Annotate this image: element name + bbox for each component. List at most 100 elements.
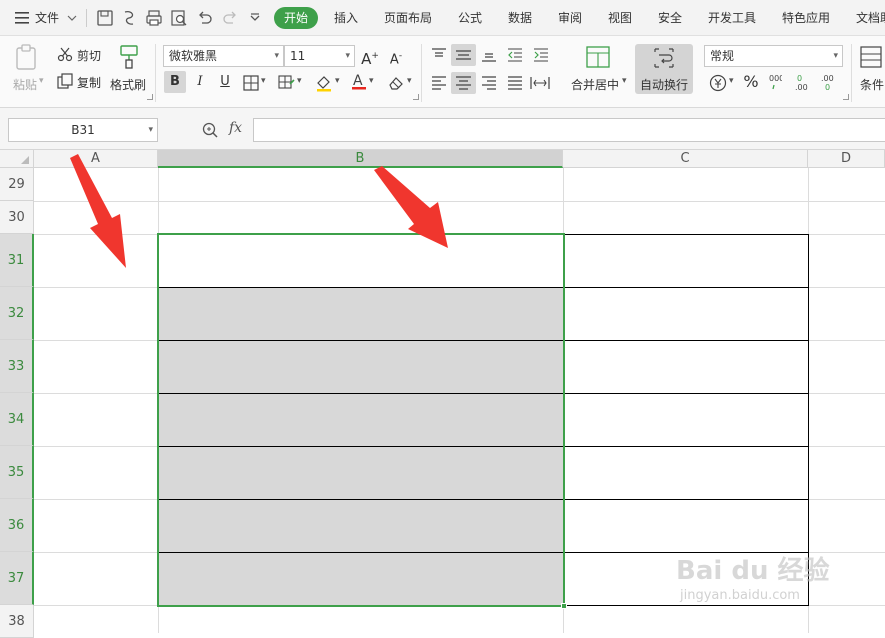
tab-page-layout[interactable]: 页面布局	[384, 9, 432, 26]
clear-format-icon[interactable]	[387, 75, 405, 91]
row-header-31[interactable]: 31	[0, 234, 34, 287]
align-left-icon[interactable]	[430, 74, 448, 92]
align-bottom-icon[interactable]	[480, 46, 498, 64]
row-header-35[interactable]: 35	[0, 446, 34, 499]
paste-button[interactable]: 粘贴	[13, 76, 37, 93]
fill-format-icon[interactable]	[278, 75, 296, 91]
conditional-format-button[interactable]: 条件	[860, 76, 884, 93]
distributed-align-icon[interactable]	[530, 74, 550, 92]
row-label: 29	[8, 177, 25, 192]
undo-icon[interactable]	[196, 9, 214, 27]
tab-developer[interactable]: 开发工具	[708, 9, 756, 26]
print-icon[interactable]	[145, 9, 163, 27]
zoom-function-icon[interactable]	[201, 121, 219, 139]
hamburger-icon[interactable]	[14, 11, 30, 25]
font-size-select[interactable]: 11 ▾	[284, 45, 355, 67]
baidu-watermark: Bai du 经验 jingyan.baidu.com	[676, 550, 846, 610]
name-box[interactable]: B31 ▾	[8, 118, 158, 142]
font-size-value: 11	[290, 49, 306, 63]
increase-font-icon[interactable]: A+	[359, 45, 381, 68]
tab-special-apps[interactable]: 特色应用	[782, 9, 830, 26]
dialog-launcher-icon[interactable]	[413, 94, 419, 100]
chevron-down-icon[interactable]	[67, 12, 77, 22]
align-top-icon[interactable]	[430, 46, 448, 64]
conditional-format-icon[interactable]	[860, 46, 882, 68]
thousands-separator-icon[interactable]: 000	[768, 72, 784, 92]
tab-insert[interactable]: 插入	[334, 9, 358, 26]
row-header-37[interactable]: 37	[0, 552, 34, 605]
increase-indent-icon[interactable]	[532, 46, 550, 64]
chevron-down-icon: ▾	[345, 51, 350, 61]
decrease-decimal-icon[interactable]: .00 0	[820, 72, 840, 92]
chevron-down-icon[interactable]: ▾	[729, 76, 734, 86]
bold-icon[interactable]: B	[164, 71, 186, 93]
percent-icon[interactable]: %	[740, 71, 762, 93]
merge-center-button[interactable]: 合并居中	[571, 76, 619, 93]
selection-range[interactable]	[157, 233, 565, 607]
tab-formulas[interactable]: 公式	[458, 9, 482, 26]
wrap-text-button[interactable]: 自动换行	[635, 44, 693, 94]
tab-doc-assistant[interactable]: 文档助	[856, 9, 885, 26]
redo-icon[interactable]	[221, 9, 239, 27]
svg-text:.00: .00	[795, 83, 808, 92]
tab-security[interactable]: 安全	[658, 9, 682, 26]
column-header-b[interactable]: B	[158, 150, 563, 168]
tab-review[interactable]: 审阅	[558, 9, 582, 26]
print-preview-icon[interactable]	[170, 9, 188, 27]
dialog-launcher-icon[interactable]	[147, 94, 153, 100]
watermark-url: jingyan.baidu.com	[680, 588, 800, 603]
chevron-down-icon[interactable]: ▾	[369, 76, 374, 86]
justify-icon[interactable]	[506, 74, 524, 92]
customize-dropdown-icon[interactable]	[246, 9, 264, 27]
align-right-icon[interactable]	[480, 74, 498, 92]
save-icon[interactable]	[96, 9, 114, 27]
row-header-33[interactable]: 33	[0, 340, 34, 393]
formula-input[interactable]	[253, 118, 885, 142]
copy-button[interactable]: 复制	[77, 74, 101, 91]
format-painter-icon[interactable]	[117, 44, 141, 70]
dialog-launcher-icon[interactable]	[843, 94, 849, 100]
select-all-corner[interactable]	[0, 150, 34, 168]
merge-center-icon[interactable]	[586, 46, 610, 68]
chevron-down-icon[interactable]: ▾	[261, 76, 266, 86]
decrease-indent-icon[interactable]	[506, 46, 524, 64]
paste-dropdown-icon[interactable]: ▾	[39, 76, 44, 86]
row-header-34[interactable]: 34	[0, 393, 34, 446]
align-center-icon[interactable]	[451, 72, 476, 94]
fill-color-icon[interactable]	[315, 74, 333, 92]
align-middle-icon[interactable]	[451, 44, 476, 66]
fill-handle[interactable]	[561, 603, 567, 609]
output-pdf-icon[interactable]	[121, 9, 139, 27]
row-header-30[interactable]: 30	[0, 201, 34, 234]
decrease-font-icon[interactable]: A-	[385, 45, 407, 67]
tab-start[interactable]: 开始	[274, 7, 318, 29]
row-header-36[interactable]: 36	[0, 499, 34, 552]
copy-icon[interactable]	[57, 73, 73, 89]
paste-icon[interactable]	[14, 44, 40, 72]
underline-icon[interactable]: U	[214, 71, 236, 93]
chevron-down-icon[interactable]: ▾	[335, 76, 340, 86]
row-header-32[interactable]: 32	[0, 287, 34, 340]
insert-function-icon[interactable]: fx	[229, 120, 242, 136]
chevron-down-icon[interactable]: ▾	[407, 76, 412, 86]
cut-button[interactable]: 剪切	[77, 47, 101, 64]
increase-decimal-icon[interactable]: 0.00	[794, 72, 814, 92]
font-color-icon[interactable]: A	[351, 72, 367, 92]
row-header-38[interactable]: 38	[0, 605, 34, 638]
svg-text:A: A	[353, 73, 363, 89]
font-name-select[interactable]: 微软雅黑 ▾	[163, 45, 284, 67]
tab-data[interactable]: 数据	[508, 9, 532, 26]
file-menu[interactable]: 文件	[35, 9, 59, 26]
column-header-d[interactable]: D	[808, 150, 885, 168]
currency-icon[interactable]	[709, 74, 727, 92]
italic-icon[interactable]: I	[189, 71, 211, 93]
chevron-down-icon[interactable]: ▾	[297, 76, 302, 86]
tab-view[interactable]: 视图	[608, 9, 632, 26]
chevron-down-icon[interactable]: ▾	[622, 76, 627, 86]
scissors-icon[interactable]	[57, 46, 73, 62]
number-format-select[interactable]: 常规 ▾	[704, 45, 843, 67]
row-header-29[interactable]: 29	[0, 168, 34, 201]
borders-icon[interactable]	[243, 75, 259, 91]
format-painter-button[interactable]: 格式刷	[110, 76, 146, 93]
column-header-c[interactable]: C	[563, 150, 808, 168]
